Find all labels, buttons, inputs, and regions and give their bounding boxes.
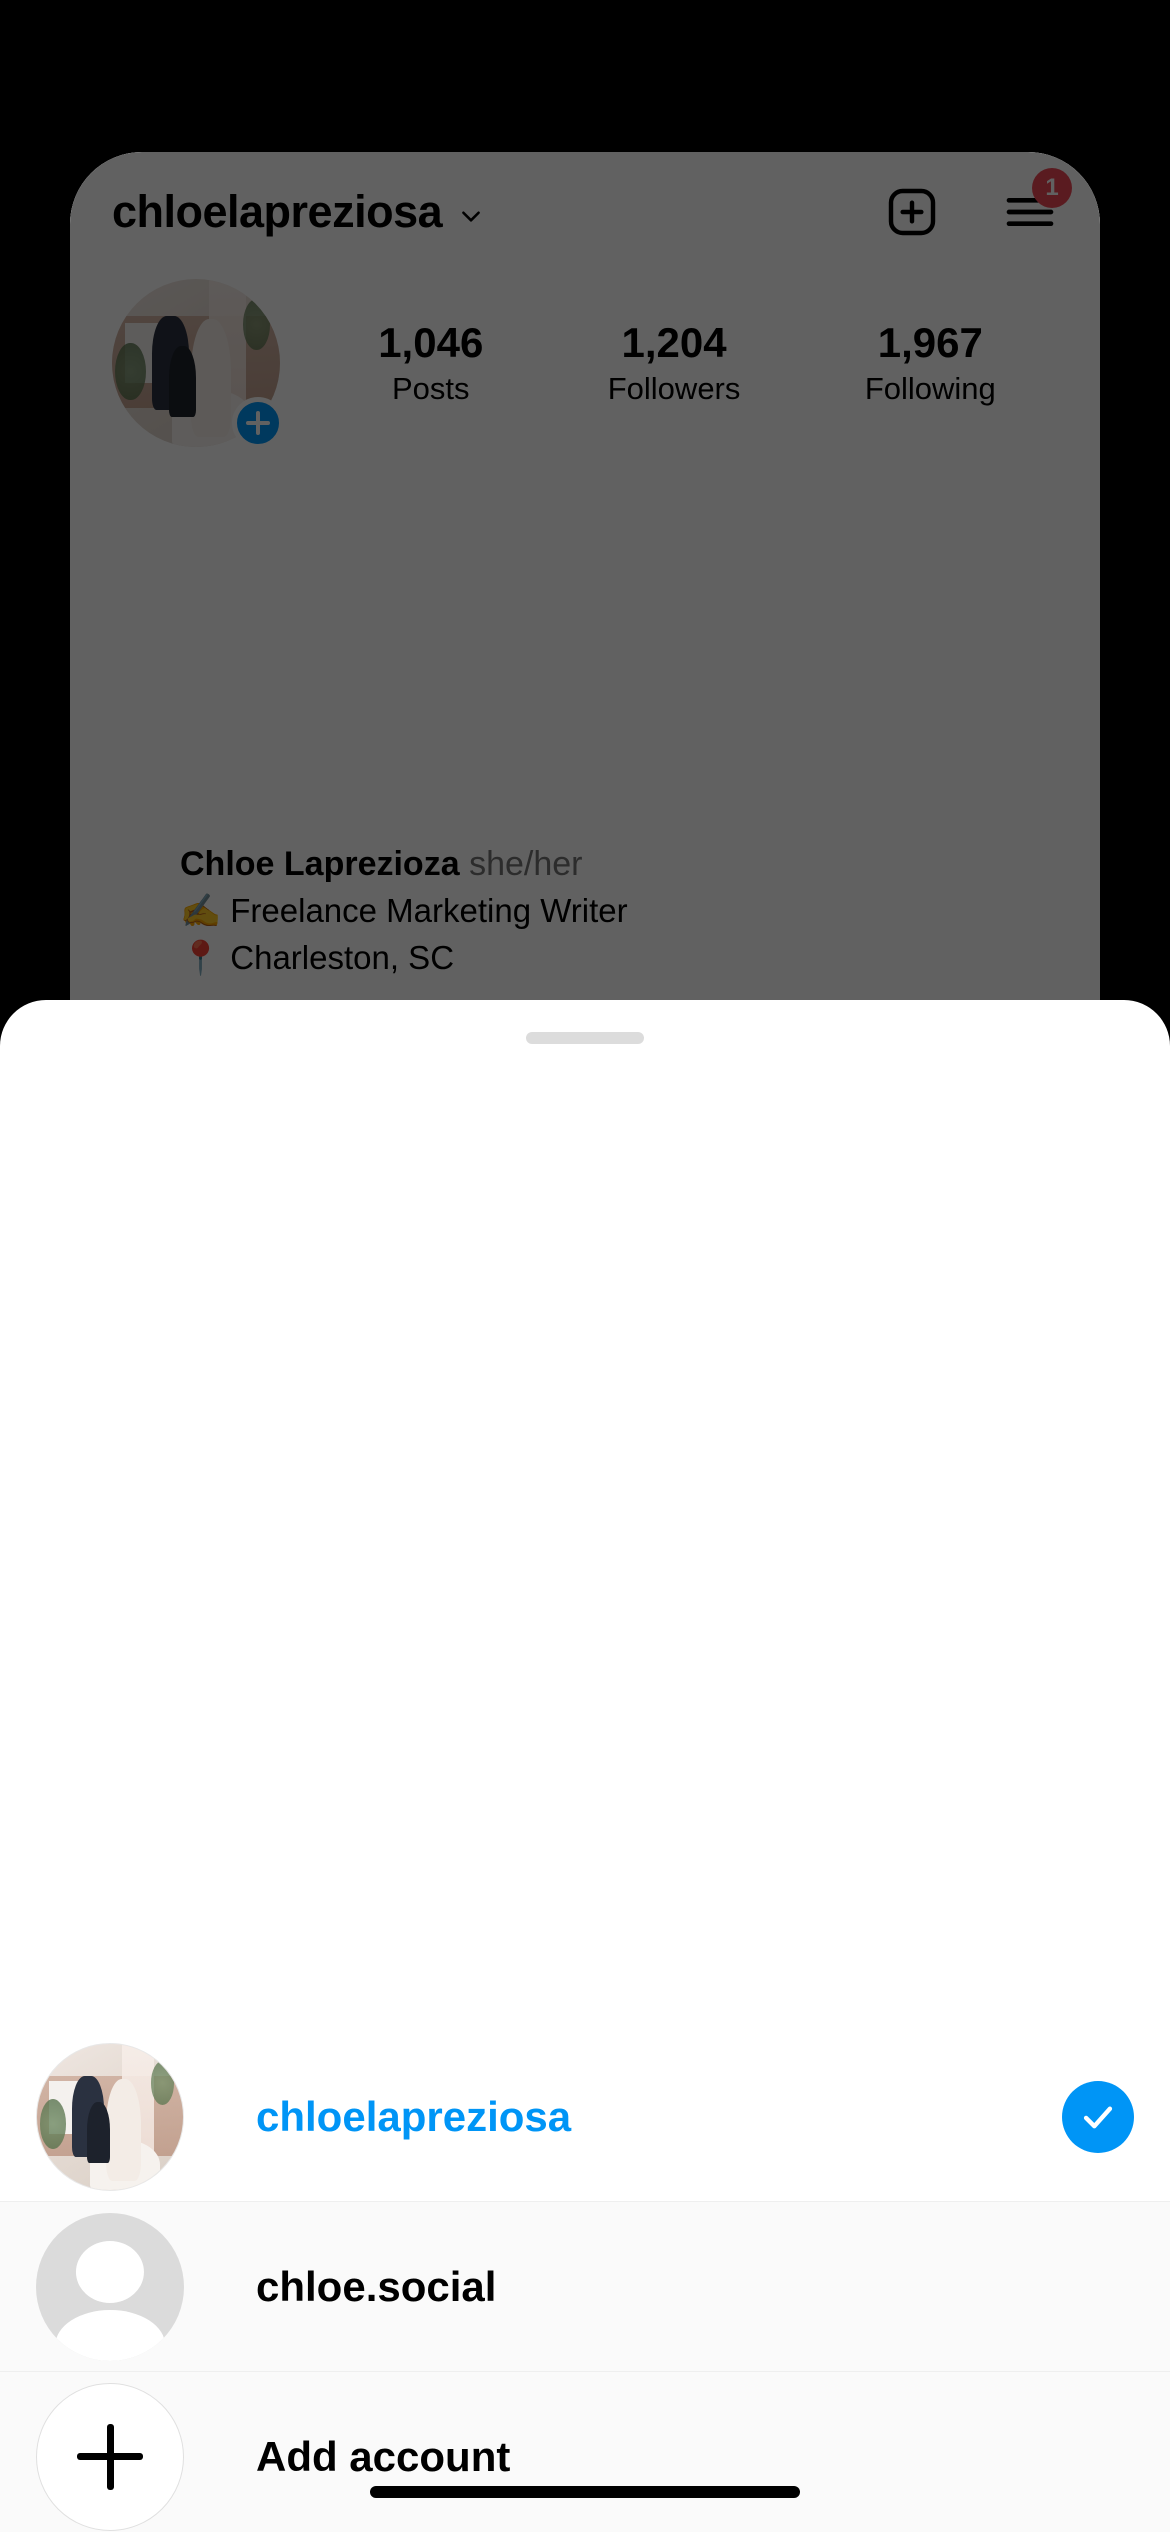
stat-following[interactable]: 1,967 Following <box>865 319 996 407</box>
hamburger-menu-icon[interactable]: 1 <box>1002 168 1072 240</box>
account-row-current[interactable]: chloelapreziosa <box>0 2032 1170 2202</box>
add-story-plus-icon[interactable] <box>232 397 284 449</box>
plus-icon <box>36 2382 184 2531</box>
default-avatar-icon <box>36 2212 184 2361</box>
profile-username[interactable]: chloelapreziosa <box>112 186 443 238</box>
stat-following-value: 1,967 <box>877 318 983 366</box>
avatar[interactable] <box>112 279 284 449</box>
account-username: chloelapreziosa <box>256 2092 572 2140</box>
profile-stats: 1,046 Posts 1,204 Followers 1,967 Follow… <box>280 319 1058 407</box>
chevron-down-icon[interactable] <box>458 203 484 229</box>
notification-badge: 1 <box>1032 168 1072 208</box>
sheet-top-padding <box>0 1032 1170 2032</box>
checkmark-icon <box>1062 2080 1134 2153</box>
stat-following-label: Following <box>864 371 996 407</box>
bio-display-name-row: Chloe Laprezioza she/her <box>180 840 1060 888</box>
profile-header: chloelapreziosa 1 <box>70 152 1100 272</box>
stat-posts[interactable]: 1,046 Posts <box>378 319 483 407</box>
profile-photo <box>36 2042 184 2191</box>
stat-followers-label: Followers <box>607 371 741 407</box>
stat-followers[interactable]: 1,204 Followers <box>608 319 741 407</box>
stat-posts-label: Posts <box>391 371 470 407</box>
bio-location: 📍 Charleston, SC <box>180 939 455 977</box>
drag-handle[interactable] <box>526 1032 644 1044</box>
home-indicator <box>370 2486 800 2498</box>
add-account-row[interactable]: Add account <box>0 2372 1170 2532</box>
stat-posts-value: 1,046 <box>378 318 484 366</box>
bio-display-name: Chloe Laprezioza <box>180 845 460 883</box>
account-username: chloe.social <box>256 2262 497 2310</box>
plus-box-icon[interactable] <box>884 184 940 240</box>
bio-pronouns: she/her <box>469 845 583 883</box>
phone-screen: chloelapreziosa 1 1,046 Posts 1,204 Foll… <box>0 0 1170 2532</box>
account-row-secondary[interactable]: chloe.social <box>0 2202 1170 2372</box>
account-switcher-sheet: chloelapreziosa chloe.social Add account <box>0 1000 1170 2532</box>
add-account-label: Add account <box>256 2432 511 2480</box>
bio-occupation: ✍️ Freelance Marketing Writer <box>180 892 628 930</box>
profile-summary-row: 1,046 Posts 1,204 Followers 1,967 Follow… <box>112 268 1058 458</box>
stat-followers-value: 1,204 <box>621 318 727 366</box>
